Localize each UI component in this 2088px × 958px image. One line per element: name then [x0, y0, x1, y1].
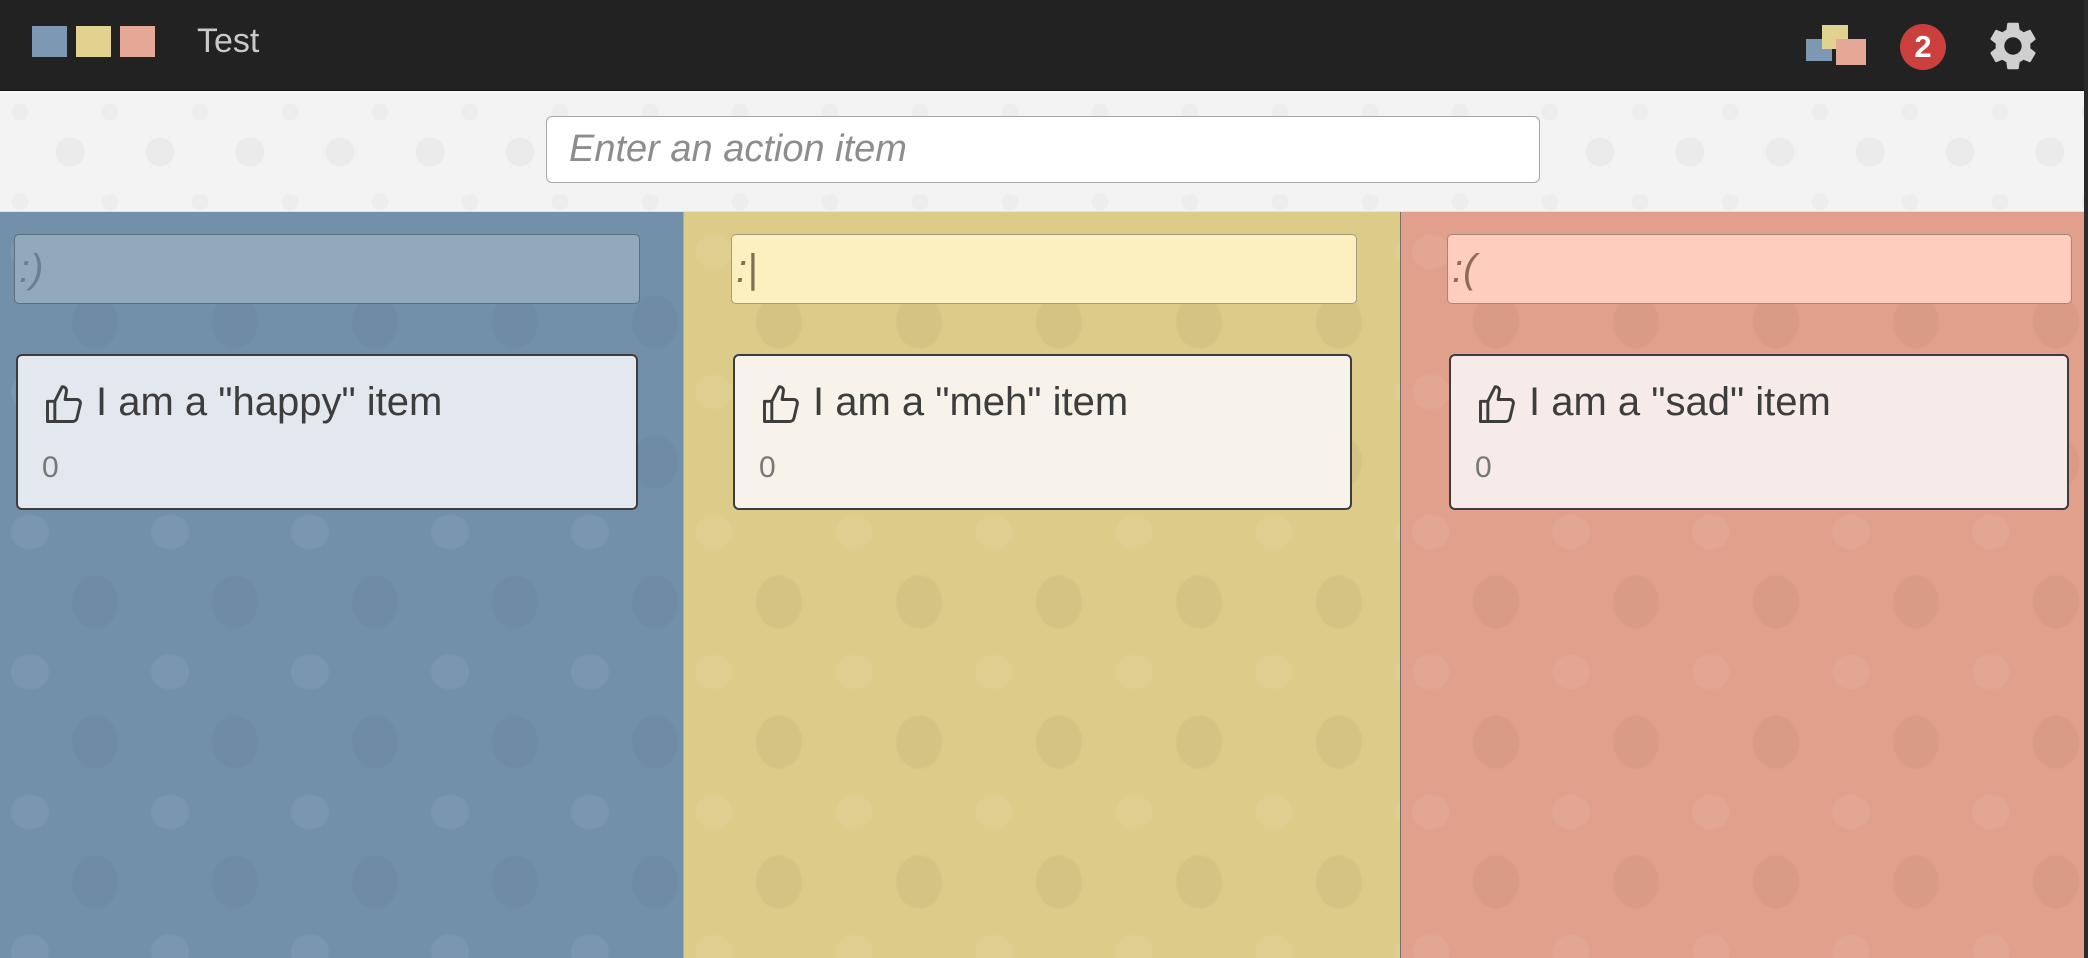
thumbs-up-icon[interactable]	[1475, 382, 1519, 428]
column-happy: I am a "happy" item 0	[0, 212, 683, 958]
board-title[interactable]: Test	[197, 19, 259, 63]
retro-item-card[interactable]: I am a "happy" item 0	[16, 354, 638, 510]
column-meh: I am a "meh" item 0	[683, 212, 1400, 958]
action-item-input[interactable]	[546, 116, 1540, 183]
thumbs-up-icon[interactable]	[42, 382, 86, 428]
retro-item-card[interactable]: I am a "sad" item 0	[1449, 354, 2069, 510]
column-sad: I am a "sad" item 0	[1400, 212, 2084, 958]
retro-item-text: I am a "happy" item	[96, 380, 443, 424]
vote-count: 0	[1475, 451, 1492, 484]
column-header-input[interactable]	[731, 234, 1357, 304]
logo-square-red	[120, 26, 155, 57]
vote-count: 0	[759, 451, 776, 484]
logo-square-yellow	[76, 26, 111, 57]
top-bar: Test 2	[0, 0, 2088, 91]
boards-icon-front	[1836, 39, 1866, 65]
window-edge	[2084, 0, 2088, 958]
vote-count: 0	[42, 451, 59, 484]
app-logo[interactable]	[32, 26, 155, 58]
retro-item-text: I am a "sad" item	[1529, 380, 1831, 424]
action-item-bar	[0, 92, 2084, 212]
gear-icon[interactable]	[1984, 17, 2042, 75]
column-header-input[interactable]	[1447, 234, 2072, 304]
retro-item-card[interactable]: I am a "meh" item 0	[733, 354, 1352, 510]
retro-item-text: I am a "meh" item	[813, 380, 1129, 424]
stacked-boards-icon[interactable]	[1806, 25, 1868, 65]
notification-badge[interactable]: 2	[1900, 24, 1946, 70]
thumbs-up-icon[interactable]	[759, 382, 803, 428]
column-header-input[interactable]	[14, 234, 640, 304]
logo-square-blue	[32, 26, 67, 57]
retro-columns: I am a "happy" item 0 I am a "meh" item …	[0, 212, 2084, 958]
